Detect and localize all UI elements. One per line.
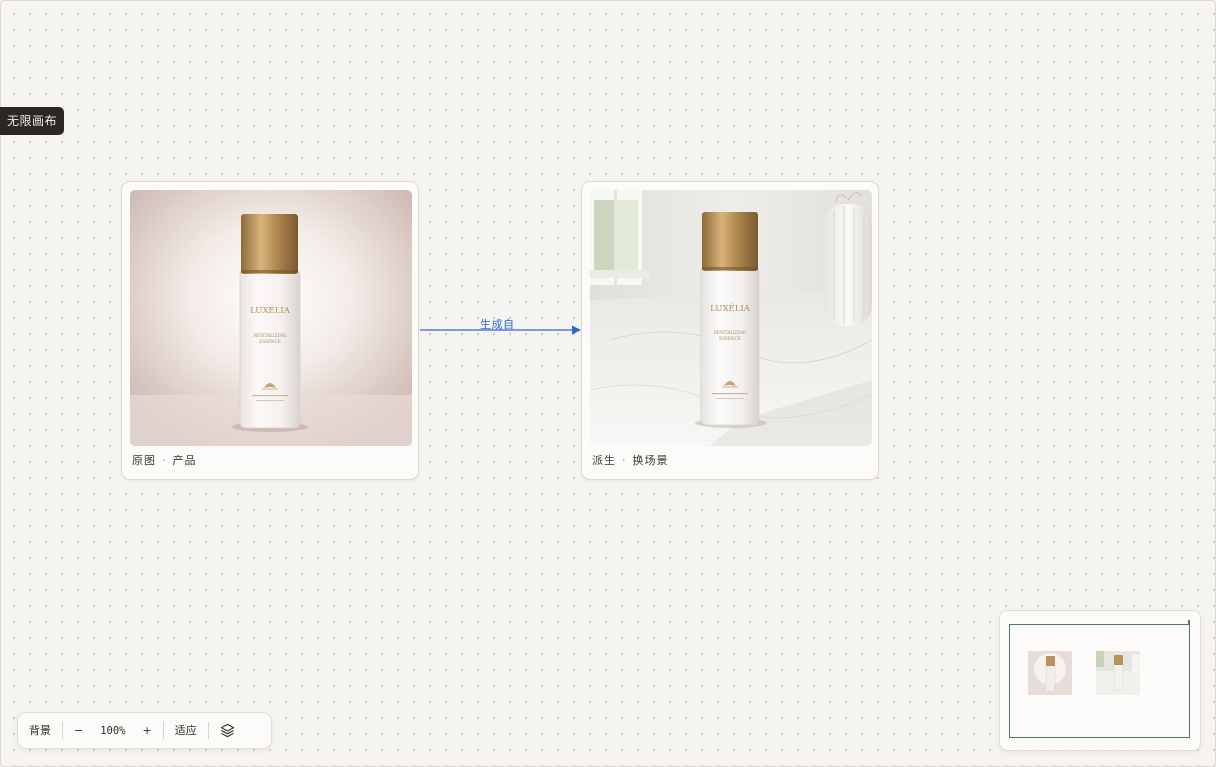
canvas-mode-tag: 无限画布 (0, 107, 64, 135)
image-node-original[interactable]: LUXÉLIA REVITALIZING ESSENCE 原图 · 产品 (121, 181, 419, 480)
node-caption: 派生 · 换场景 (592, 452, 669, 468)
layers-icon (220, 723, 234, 738)
image-node-derived[interactable]: LUXÉLIA REVITALIZING ESSENCE 派生 · 换场景 (581, 181, 879, 480)
zoom-in-button[interactable]: + (132, 712, 163, 749)
layers-button[interactable] (209, 712, 246, 749)
product-image: LUXÉLIA REVITALIZING ESSENCE (130, 190, 412, 446)
bottle-brand-text: LUXÉLIA (250, 304, 291, 316)
minimap[interactable] (999, 610, 1201, 751)
fit-button[interactable]: 适应 (164, 712, 208, 749)
node-label: 换场景 (632, 454, 669, 467)
zoom-level: 100% (100, 724, 126, 737)
caption-separator: · (622, 454, 627, 467)
minimap-viewport[interactable] (1009, 624, 1190, 738)
canvas-toolbar: 背景 − 100% + 适应 (17, 712, 272, 749)
bottle-line1-text: REVITALIZING (714, 330, 747, 335)
node-label: 产品 (172, 454, 197, 467)
scene-image: LUXÉLIA REVITALIZING ESSENCE (590, 190, 872, 446)
node-caption: 原图 · 产品 (132, 452, 197, 468)
bottle-line1-text: REVITALIZING (254, 333, 287, 338)
node-type: 原图 (132, 454, 156, 467)
node-type: 派生 (592, 454, 616, 467)
background-button[interactable]: 背景 (18, 712, 62, 749)
edge-label: 生成自 (480, 318, 515, 331)
caption-separator: · (162, 454, 167, 467)
bottle-line2-text: ESSENCE (259, 339, 281, 344)
zoom-out-button[interactable]: − (63, 712, 94, 749)
bottle-line2-text: ESSENCE (719, 336, 741, 341)
bottle-brand-text: LUXÉLIA (710, 302, 751, 314)
